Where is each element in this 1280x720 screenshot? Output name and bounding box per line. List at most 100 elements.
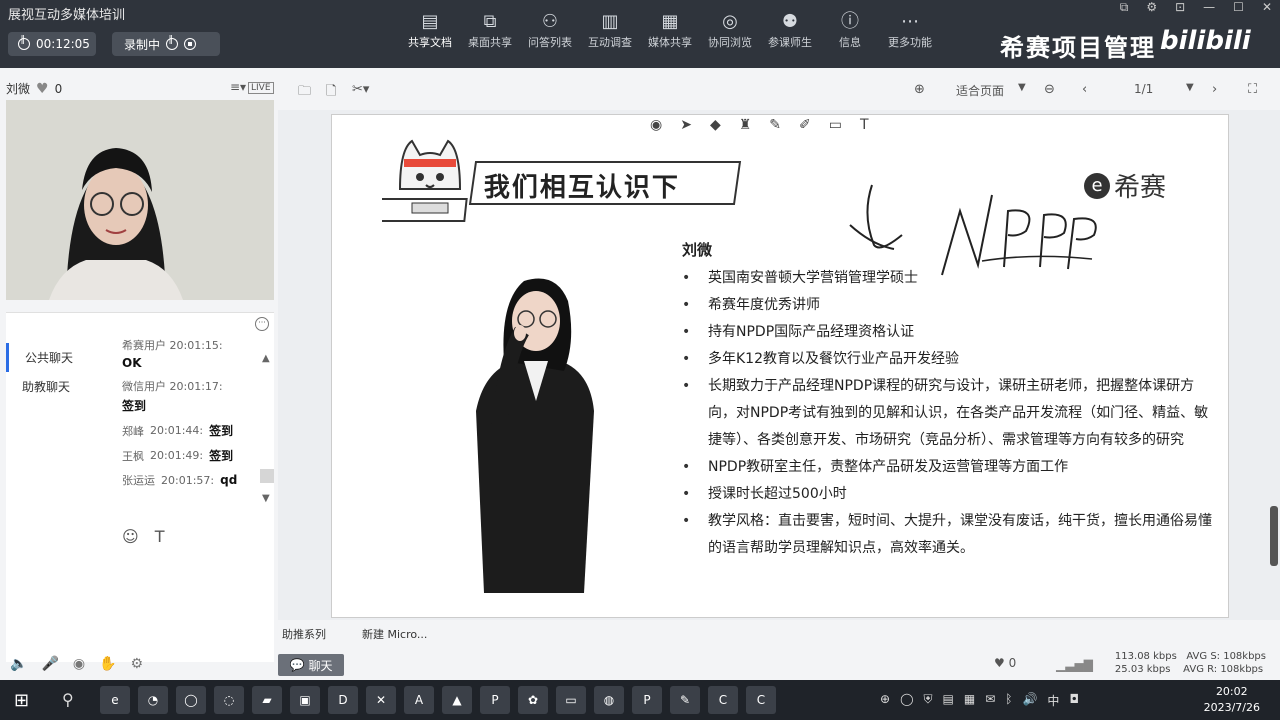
taskbar-search-icon[interactable]: ⚲ xyxy=(62,690,74,709)
tray-icon[interactable]: ◯ xyxy=(900,692,913,709)
new-doc-icon[interactable]: 🗋 xyxy=(326,82,336,104)
laser-pointer-icon[interactable]: ◉ xyxy=(650,117,662,133)
tool-participants[interactable]: ⚉ 参课师生 xyxy=(760,10,820,50)
prev-page-icon[interactable]: ‹ xyxy=(1082,82,1087,97)
app-icon[interactable]: ✎ xyxy=(670,686,700,714)
open-folder-icon[interactable]: 🗀 xyxy=(298,82,311,104)
tray-icon[interactable]: ▦ xyxy=(964,692,975,709)
tray-icon[interactable]: ▤ xyxy=(943,692,954,709)
likes-counter[interactable]: ♥ 0 xyxy=(994,656,1016,670)
settings-icon[interactable]: ⚙ xyxy=(1146,0,1157,15)
speaker-icon[interactable]: 🔈 xyxy=(10,656,27,672)
tool-survey[interactable]: ▥ 互动调查 xyxy=(580,10,640,50)
app-icon[interactable]: ◯ xyxy=(176,686,206,714)
signal-icon: ▁▃▅▇ xyxy=(1056,658,1093,672)
zoom-select[interactable]: 适合页面 xyxy=(956,82,1004,99)
tool-desktop-share[interactable]: ⧉ 桌面共享 xyxy=(460,10,520,50)
upload-rate: 113.08 kbps xyxy=(1114,651,1177,662)
doc-toolbar: 🗀 🗋 ✂▾ ⊕ 适合页面 ▼ ⊖ ‹ 1/1 ▼ › ⛶ xyxy=(278,68,1280,110)
app-icon[interactable]: C xyxy=(708,686,738,714)
restore-icon[interactable]: ⧉ xyxy=(1120,0,1129,15)
windows-start-icon[interactable]: ⊞ xyxy=(14,690,29,711)
app-icon[interactable]: ▣ xyxy=(290,686,320,714)
app-icon[interactable]: ◌ xyxy=(214,686,244,714)
bio-item: 教学风格：直击要害，短时间、大提升，课堂没有废话，纯干货，擅长用通俗易懂的语言帮… xyxy=(682,508,1212,562)
tool-more[interactable]: ⋯ 更多功能 xyxy=(880,10,940,50)
camera-icon[interactable]: ◉ xyxy=(73,656,85,672)
app-icon[interactable]: C xyxy=(746,686,776,714)
close-icon[interactable]: ✕ xyxy=(1262,0,1272,15)
heart-icon[interactable]: ♥ xyxy=(36,81,49,97)
edge-icon[interactable]: e xyxy=(100,686,130,714)
tool-co-browse[interactable]: ◎ 协同浏览 xyxy=(700,10,760,50)
tool-info[interactable]: ⓘ 信息 xyxy=(820,10,880,50)
app-icon[interactable]: P xyxy=(480,686,510,714)
minimize-icon[interactable]: — xyxy=(1203,0,1215,15)
list-menu-icon[interactable]: ≡▾ xyxy=(230,80,246,94)
tool-media-share[interactable]: ▦ 媒体共享 xyxy=(640,10,700,50)
chat-scrollbar[interactable] xyxy=(260,469,274,483)
app-icon[interactable]: ✕ xyxy=(366,686,396,714)
window-controls: ⧉ ⚙ ⊡ — ☐ ✕ xyxy=(1120,0,1272,15)
taskbar-clock[interactable]: 20:02 2023/7/26 xyxy=(1204,684,1260,716)
zoom-dropdown-icon[interactable]: ▼ xyxy=(1018,82,1026,93)
microphone-icon[interactable]: 🎤 xyxy=(41,656,58,672)
text-format-icon[interactable]: T xyxy=(155,527,165,546)
timer-pill[interactable]: 00:12:05 xyxy=(8,32,96,56)
zoom-out-icon[interactable]: ⊖ xyxy=(1044,82,1055,97)
device-settings-icon[interactable]: ⚙ xyxy=(131,656,144,672)
rectangle-icon[interactable]: ▭ xyxy=(829,117,842,133)
page-dropdown-icon[interactable]: ▼ xyxy=(1186,82,1194,93)
doc-scrollbar[interactable] xyxy=(1270,506,1278,566)
pen-icon[interactable]: ✎ xyxy=(769,117,781,133)
text-tool-icon[interactable]: T xyxy=(860,117,869,133)
pdf-icon[interactable]: A xyxy=(404,686,434,714)
tray-icon[interactable]: ⊕ xyxy=(880,692,890,709)
chat-more-icon[interactable]: ··· xyxy=(255,317,269,331)
handup-icon[interactable]: ✋ xyxy=(99,656,116,672)
app-icon[interactable]: ▲ xyxy=(442,686,472,714)
scissors-icon[interactable]: ✂▾ xyxy=(352,82,369,97)
notification-icon[interactable]: ◘ xyxy=(1069,692,1079,709)
recording-control[interactable]: 录制中 xyxy=(112,32,220,56)
tab-assistant-chat[interactable]: 助教聊天 xyxy=(6,372,106,401)
doc-tab[interactable]: 新建 Micro... xyxy=(362,626,427,642)
tab-public-chat[interactable]: 公共聊天 xyxy=(6,343,106,372)
page-indicator[interactable]: 1/1 xyxy=(1134,82,1153,96)
doc-tab[interactable]: 助推系列 xyxy=(282,626,326,642)
chat-button[interactable]: 💬 聊天 xyxy=(278,654,344,676)
tool-shared-doc[interactable]: ▤ 共享文档 xyxy=(400,10,460,50)
cursor-icon[interactable]: ➤ xyxy=(680,117,692,133)
app-icon[interactable]: ▭ xyxy=(556,686,586,714)
tray-icon[interactable]: ✉ xyxy=(985,692,995,709)
eraser-icon[interactable]: ◆ xyxy=(710,117,721,133)
chat-scroll-up-icon[interactable]: ▲ xyxy=(262,353,270,364)
chat-scroll-down-icon[interactable]: ▼ xyxy=(262,493,270,504)
slide-canvas[interactable]: ◉ ➤ ◆ ♜ ✎ ✐ ▭ T 我们相互认识下 e 希赛 刘微 • 英国南安普顿… xyxy=(331,114,1229,618)
more-icon: ⋯ xyxy=(901,11,919,32)
app-icon[interactable]: ▰ xyxy=(252,686,282,714)
fit-screen-icon[interactable]: ⛶ xyxy=(1248,82,1257,97)
powerpoint-icon[interactable]: P xyxy=(632,686,662,714)
bluetooth-icon[interactable]: ᛒ xyxy=(1005,692,1012,709)
highlighter-icon[interactable]: ✐ xyxy=(799,117,811,133)
app-icon[interactable]: ◍ xyxy=(594,686,624,714)
pin-icon[interactable]: ⊡ xyxy=(1175,0,1185,15)
app-icon[interactable]: ✿ xyxy=(518,686,548,714)
clear-icon[interactable]: ♜ xyxy=(739,117,752,133)
ime-indicator[interactable]: 中 xyxy=(1047,692,1059,709)
timer-text: 00:12:05 xyxy=(36,37,90,51)
volume-icon[interactable]: 🔊 xyxy=(1022,692,1037,709)
zoom-in-icon[interactable]: ⊕ xyxy=(914,82,925,97)
app-icon[interactable]: ◔ xyxy=(138,686,168,714)
pause-recording-icon[interactable] xyxy=(166,35,179,50)
app-icon[interactable]: D xyxy=(328,686,358,714)
emoji-icon[interactable]: ☺ xyxy=(122,527,139,546)
chat-message: 希赛用户 20:01:15: OK xyxy=(122,337,262,370)
tool-qa-list[interactable]: ⚇ 问答列表 xyxy=(520,10,580,50)
maximize-icon[interactable]: ☐ xyxy=(1233,0,1244,15)
tray-icon[interactable]: ⛨ xyxy=(924,692,933,709)
tool-label: 协同浏览 xyxy=(708,36,752,49)
next-page-icon[interactable]: › xyxy=(1212,82,1217,97)
stop-recording-icon[interactable] xyxy=(184,38,197,50)
